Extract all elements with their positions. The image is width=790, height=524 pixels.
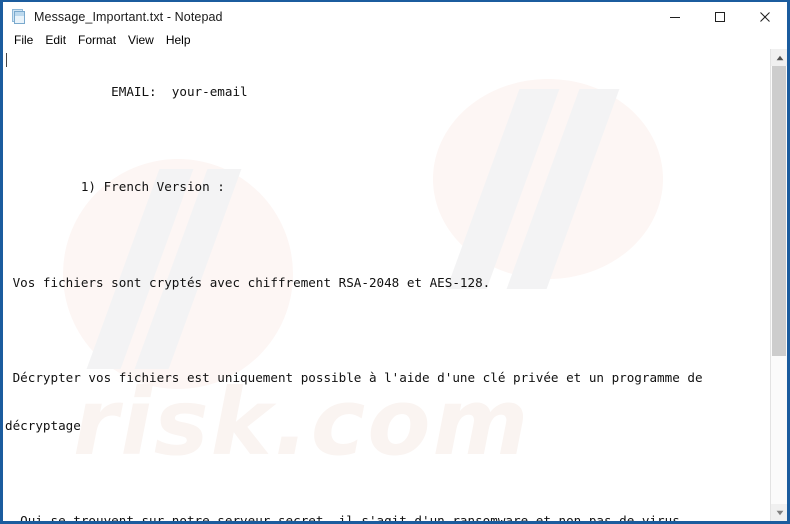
doc-line <box>5 322 770 338</box>
notepad-window: Message_Important.txt - Notepad File Edi… <box>0 0 790 524</box>
title-bar: Message_Important.txt - Notepad <box>3 2 787 31</box>
notepad-document-icon <box>11 8 27 25</box>
doc-line <box>5 465 770 481</box>
menu-item-view[interactable]: View <box>122 31 160 49</box>
doc-line: décryptage <box>5 417 81 433</box>
document-text: EMAIL: your-email 1) French Version : Vo… <box>3 49 770 521</box>
menu-item-edit[interactable]: Edit <box>39 31 72 49</box>
scrollbar-track[interactable] <box>771 66 787 504</box>
title-bar-left: Message_Important.txt - Notepad <box>3 8 223 25</box>
maximize-button[interactable] <box>697 2 742 31</box>
vertical-scrollbar[interactable] <box>770 49 787 521</box>
window-title: Message_Important.txt - Notepad <box>34 9 223 24</box>
doc-line <box>5 132 770 148</box>
window-controls <box>652 2 787 31</box>
scroll-up-arrow-icon <box>776 55 783 60</box>
doc-line: 1) French Version : <box>5 179 225 195</box>
minimize-icon <box>669 16 680 18</box>
editor-area: risk.com EMAIL: your-email 1) French Ver… <box>3 49 787 521</box>
menu-item-file[interactable]: File <box>8 31 39 49</box>
close-icon <box>759 11 770 22</box>
doc-line: Vos fichiers sont cryptés avec chiffreme… <box>5 274 491 290</box>
menu-item-help[interactable]: Help <box>160 31 197 49</box>
scroll-up-button[interactable] <box>771 49 787 66</box>
text-editor[interactable]: risk.com EMAIL: your-email 1) French Ver… <box>3 49 770 521</box>
doc-line: Qui se trouvent sur notre serveur secret… <box>5 513 688 521</box>
menu-bar: File Edit Format View Help <box>3 31 787 49</box>
minimize-button[interactable] <box>652 2 697 31</box>
scroll-down-button[interactable] <box>771 504 787 521</box>
doc-line <box>5 227 770 243</box>
scroll-down-arrow-icon <box>776 510 783 515</box>
doc-line: Décrypter vos fichiers est uniquement po… <box>5 370 703 386</box>
close-button[interactable] <box>742 2 787 31</box>
maximize-icon <box>714 11 725 22</box>
text-caret <box>6 53 7 67</box>
doc-line: EMAIL: your-email <box>5 83 248 99</box>
scrollbar-thumb[interactable] <box>772 66 786 356</box>
menu-item-format[interactable]: Format <box>72 31 122 49</box>
